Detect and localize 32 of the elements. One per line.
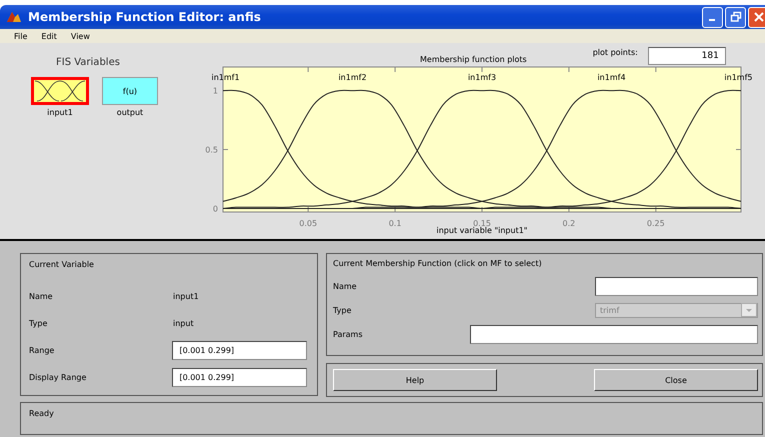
variable-label: input1 bbox=[47, 108, 73, 117]
panel-title: Current Variable bbox=[29, 260, 95, 269]
x-tick-label: 0.1 bbox=[388, 219, 402, 228]
curve-label: in1mf3 bbox=[468, 73, 496, 82]
chart-title: Membership function plots bbox=[420, 55, 527, 64]
y-tick-label: 0 bbox=[212, 204, 218, 214]
variable-label: output bbox=[116, 108, 144, 117]
window-title: Membership Function Editor: anfis bbox=[28, 10, 261, 24]
field-label: Params bbox=[333, 330, 364, 338]
x-tick-label: 0.15 bbox=[473, 219, 491, 228]
field-label: Name bbox=[29, 292, 54, 301]
x-tick-label: 0.05 bbox=[299, 219, 318, 228]
curve-label: in1mf2 bbox=[338, 73, 367, 82]
y-tick-label: 1 bbox=[212, 86, 218, 96]
y-tick-label: 0.5 bbox=[205, 146, 218, 155]
plot-points-label: plot points: bbox=[592, 48, 638, 57]
x-tick-label: 0.25 bbox=[646, 219, 665, 228]
field-label: Display Range bbox=[29, 373, 88, 382]
section-title: FIS Variables bbox=[56, 57, 120, 68]
curve-label: in1mf5 bbox=[724, 73, 753, 82]
curve-label: in1mf4 bbox=[597, 73, 626, 82]
panel-title: Current Membership Function (click on MF to select) bbox=[333, 259, 543, 268]
x-tick-label: 0.2 bbox=[562, 219, 576, 228]
field-label: Type bbox=[333, 306, 352, 314]
x-axis-label: input variable "input1" bbox=[436, 226, 528, 235]
status-text: Ready bbox=[29, 409, 54, 418]
field-label: Range bbox=[29, 346, 56, 355]
field-label: Type bbox=[29, 319, 48, 328]
field-label: Name bbox=[333, 282, 358, 290]
variable-name: input1 bbox=[173, 292, 199, 301]
variable-type: input bbox=[173, 319, 194, 328]
curve-label: in1mf1 bbox=[211, 73, 240, 82]
